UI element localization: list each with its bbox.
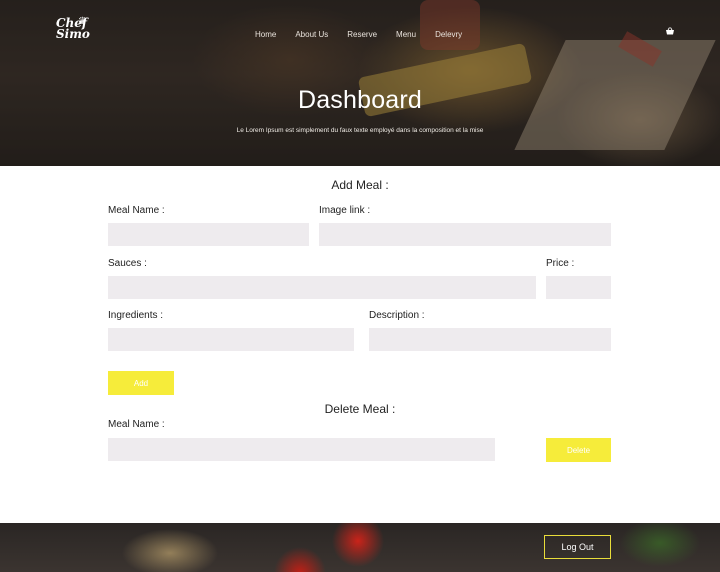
hero-banner: Chef Simo ♛ Home About Us Reserve Menu D…	[0, 0, 720, 166]
add-meal-title: Add Meal :	[331, 178, 389, 192]
sauces-input[interactable]	[108, 276, 536, 299]
delete-meal-title: Delete Meal :	[324, 402, 396, 416]
nav-home[interactable]: Home	[255, 30, 276, 39]
description-label: Description :	[369, 310, 425, 321]
nav-menu[interactable]: Menu	[396, 30, 416, 39]
description-input[interactable]	[369, 328, 611, 351]
price-label: Price :	[546, 258, 575, 269]
meal-name-label: Meal Name :	[108, 205, 165, 216]
hero-overlay	[0, 0, 720, 166]
page-title: Dashboard	[297, 86, 423, 114]
image-link-label: Image link :	[319, 205, 371, 216]
basket-icon[interactable]	[665, 26, 675, 36]
chef-hat-icon: ♛	[78, 16, 87, 27]
ingredients-label: Ingredients :	[108, 310, 164, 321]
sauces-label: Sauces :	[108, 258, 147, 269]
main-nav: Home About Us Reserve Menu Delevry	[255, 30, 481, 39]
add-meal-button[interactable]: Add	[108, 371, 174, 395]
image-link-input[interactable]	[319, 223, 611, 246]
nav-delivery[interactable]: Delevry	[435, 30, 462, 39]
nav-reserve[interactable]: Reserve	[347, 30, 377, 39]
delete-meal-button[interactable]: Delete	[546, 438, 611, 462]
logout-button[interactable]: Log Out	[544, 535, 611, 559]
price-input[interactable]	[546, 276, 611, 299]
meal-name-input[interactable]	[108, 223, 309, 246]
page-subtitle: Le Lorem Ipsum est simplement du faux te…	[236, 127, 484, 134]
delete-meal-name-input[interactable]	[108, 438, 495, 461]
footer-banner	[0, 523, 720, 572]
ingredients-input[interactable]	[108, 328, 354, 351]
logo[interactable]: Chef Simo ♛	[56, 14, 92, 44]
nav-about-us[interactable]: About Us	[295, 30, 328, 39]
delete-meal-name-label: Meal Name :	[108, 419, 165, 430]
